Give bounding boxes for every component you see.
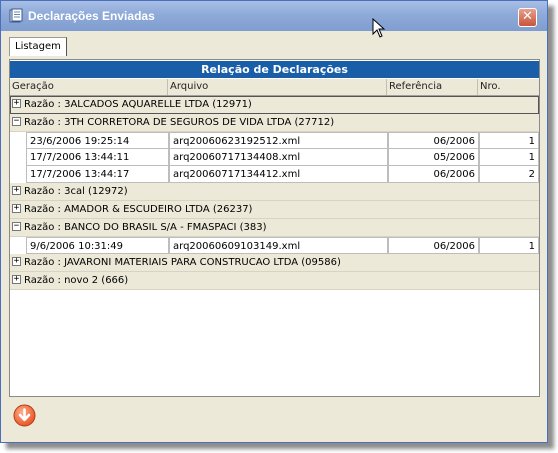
window-title: Declarações Enviadas — [28, 9, 155, 23]
title-bar[interactable]: Declarações Enviadas ✕ — [1, 1, 547, 31]
cell-arquivo: arq20060717134412.xml — [169, 166, 388, 183]
cell-arquivo: arq20060623192512.xml — [169, 132, 388, 149]
close-button[interactable]: ✕ — [518, 8, 537, 27]
cell-geracao: 17/7/2006 13:44:11 — [26, 149, 169, 166]
cell-arquivo: arq20060717134408.xml — [169, 149, 388, 166]
column-header-geracao[interactable]: Geração — [10, 79, 168, 95]
column-header-arquivo[interactable]: Arquivo — [168, 79, 387, 95]
group-row[interactable]: + Razão : novo 2 (666) — [10, 272, 539, 290]
cell-arquivo: arq20060609103149.xml — [169, 237, 388, 254]
cell-referencia: 06/2006 — [388, 166, 479, 183]
group-row[interactable]: + Razão : 3ALCADOS AQUARELLE LTDA (12971) — [10, 96, 539, 114]
cell-geracao: 9/6/2006 10:31:49 — [26, 237, 169, 254]
app-icon — [9, 8, 23, 23]
expand-icon[interactable]: + — [12, 99, 21, 108]
table-row[interactable]: 17/7/2006 13:44:11 arq20060717134408.xml 0… — [10, 149, 539, 166]
cell-referencia: 06/2006 — [388, 132, 479, 149]
declaracoes-window: Declarações Enviadas ✕ Listagem Relação … — [0, 0, 548, 443]
cell-nro: 1 — [479, 132, 539, 149]
group-row[interactable]: + Razão : JAVARONI MATERIAIS PARA CONSTRU… — [10, 254, 539, 272]
cell-referencia: 06/2006 — [388, 237, 479, 254]
declarations-grid: Relação de Declarações Geração Arquivo R… — [9, 59, 540, 397]
grid-rows: + Razão : 3ALCADOS AQUARELLE LTDA (12971)… — [10, 96, 539, 290]
group-label: Razão : 3ALCADOS AQUARELLE LTDA (12971) — [24, 99, 252, 110]
group-label: Razão : AMADOR & ESCUDEIRO LTDA (26237) — [24, 204, 253, 215]
group-label: Razão : JAVARONI MATERIAIS PARA CONSTRUC… — [24, 257, 341, 268]
expand-icon[interactable]: + — [12, 204, 21, 213]
grid-title: Relação de Declarações — [10, 61, 539, 78]
group-label: Razão : novo 2 (666) — [24, 275, 129, 286]
cell-geracao: 23/6/2006 19:25:14 — [26, 132, 169, 149]
group-label: Razão : 3TH CORRETORA DE SEGUROS DE VIDA… — [24, 117, 335, 128]
tab-strip: Listagem — [9, 37, 538, 57]
mouse-cursor-icon — [372, 18, 386, 38]
group-row[interactable]: + Razão : AMADOR & ESCUDEIRO LTDA (26237) — [10, 201, 539, 219]
expand-icon[interactable]: + — [12, 257, 21, 266]
expand-icon[interactable]: + — [12, 275, 21, 284]
group-label: Razão : BANCO DO BRASIL S/A - FMASPACI (… — [24, 222, 267, 233]
cell-nro: 1 — [479, 149, 539, 166]
column-header-nro[interactable]: Nro. — [478, 79, 539, 95]
down-arrow-circle-icon[interactable] — [13, 404, 36, 427]
table-row[interactable]: 17/7/2006 13:44:17 arq20060717134412.xml 0… — [10, 166, 539, 183]
cell-geracao: 17/7/2006 13:44:17 — [26, 166, 169, 183]
group-row[interactable]: − Razão : BANCO DO BRASIL S/A - FMASPACI … — [10, 219, 539, 237]
column-headers: Geração Arquivo Referência Nro. — [10, 79, 539, 96]
group-row[interactable]: + Razão : 3cal (12972) — [10, 183, 539, 201]
cell-nro: 1 — [479, 237, 539, 254]
tab-listagem[interactable]: Listagem — [9, 37, 67, 56]
table-row[interactable]: 23/6/2006 19:25:14 arq20060623192512.xml 0… — [10, 132, 539, 149]
close-icon: ✕ — [522, 9, 533, 24]
group-label: Razão : 3cal (12972) — [24, 186, 128, 197]
table-row[interactable]: 9/6/2006 10:31:49 arq20060609103149.xml 06… — [10, 237, 539, 254]
collapse-icon[interactable]: − — [12, 222, 21, 231]
cell-referencia: 05/2006 — [388, 149, 479, 166]
column-header-referencia[interactable]: Referência — [387, 79, 478, 95]
cell-nro: 2 — [479, 166, 539, 183]
group-row[interactable]: − Razão : 3TH CORRETORA DE SEGUROS DE VID… — [10, 114, 539, 132]
expand-icon[interactable]: + — [12, 186, 21, 195]
collapse-icon[interactable]: − — [12, 117, 21, 126]
